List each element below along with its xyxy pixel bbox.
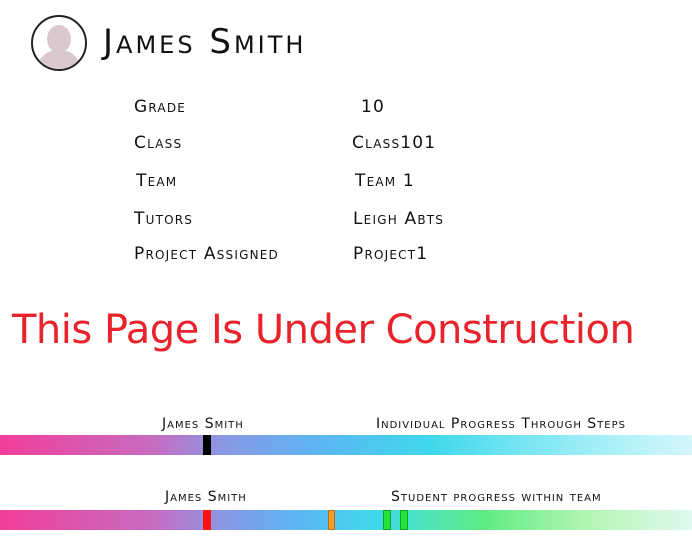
under-construction-banner: This Page Is Under Construction (12, 307, 635, 353)
grade-label: Grade (134, 97, 187, 117)
avatar-shoulders-icon (36, 50, 82, 69)
student-name: James Smith (103, 22, 307, 62)
team-progress-title: Student progress within team (391, 489, 602, 505)
project-assigned-value: Project1 (353, 244, 429, 264)
individual-progress-title: Individual Progress Through Steps (376, 416, 626, 432)
team-progress-marker-self (203, 510, 211, 530)
team-progress-student-label: James Smith (165, 489, 247, 505)
team-value: Team 1 (355, 171, 415, 191)
individual-progress-student-label: James Smith (162, 416, 244, 432)
team-label: Team (136, 171, 178, 191)
individual-progress-bar (0, 435, 692, 455)
avatar (31, 15, 87, 71)
team-progress-marker-member (400, 510, 408, 530)
project-assigned-label: Project Assigned (134, 244, 279, 264)
team-progress-marker-member (328, 510, 335, 530)
avatar-head-icon (47, 25, 71, 53)
team-progress-bar (0, 510, 692, 530)
tutors-value: Leigh Abts (353, 209, 445, 229)
tutors-label: Tutors (134, 209, 194, 229)
class-value: Class101 (352, 133, 437, 153)
team-progress-marker-member (383, 510, 391, 530)
grade-value: 10 (361, 97, 386, 117)
class-label: Class (134, 133, 183, 153)
individual-progress-marker (203, 435, 211, 455)
